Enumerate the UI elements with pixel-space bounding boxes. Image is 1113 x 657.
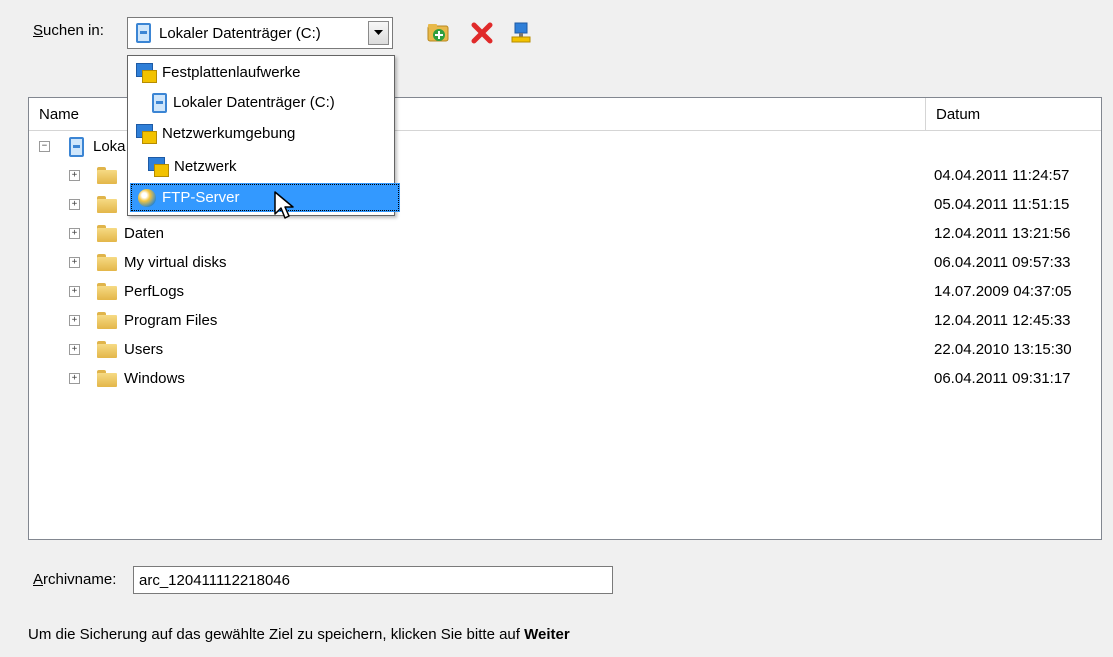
folder-icon xyxy=(97,312,117,329)
expand-toggle-icon[interactable]: + xyxy=(69,344,80,355)
network-places-icon xyxy=(136,124,157,144)
folder-name: PerfLogs xyxy=(124,283,185,300)
ftp-server-icon xyxy=(138,188,156,207)
expand-toggle-icon[interactable]: + xyxy=(69,199,80,210)
expand-toggle-icon[interactable]: + xyxy=(69,228,80,239)
dropdown-item-netzwerk[interactable]: Netzwerk xyxy=(130,152,410,181)
dropdown-item-label: Netzwerk xyxy=(174,158,237,175)
dropdown-item-ftp-server[interactable]: FTP-Server xyxy=(130,183,400,212)
collapse-toggle-icon[interactable]: − xyxy=(39,141,50,152)
delete-icon xyxy=(471,22,493,44)
local-drive-icon xyxy=(152,92,167,113)
chevron-down-icon xyxy=(374,30,383,35)
mouse-cursor-icon xyxy=(274,191,294,219)
expand-toggle-icon[interactable]: + xyxy=(69,286,80,297)
tree-root-label: Loka xyxy=(93,138,126,155)
folder-row[interactable]: + Users 22.04.2010 13:15:30 xyxy=(29,336,1101,365)
folder-row[interactable]: + My virtual disks 06.04.2011 09:57:33 xyxy=(29,249,1101,278)
new-folder-icon xyxy=(427,24,449,42)
folder-date: 12.04.2011 13:21:56 xyxy=(934,225,1071,242)
folder-name: Users xyxy=(124,341,164,358)
hard-drives-icon xyxy=(136,63,157,83)
folder-date: 06.04.2011 09:31:17 xyxy=(934,370,1071,387)
expand-toggle-icon[interactable]: + xyxy=(69,170,80,181)
folder-icon xyxy=(97,283,117,300)
search-in-label: Suchen in: xyxy=(33,22,104,39)
dropdown-item-netzwerkumgebung[interactable]: Netzwerkumgebung xyxy=(130,119,398,148)
instruction-text: Um die Sicherung auf das gewählte Ziel z… xyxy=(28,626,570,643)
folder-row[interactable]: + Daten 12.04.2011 13:21:56 xyxy=(29,220,1101,249)
archive-name-label: Archivname: xyxy=(33,571,117,588)
dropdown-item-festplattenlaufwerke[interactable]: Festplattenlaufwerke xyxy=(130,58,398,87)
folder-name: Windows xyxy=(124,370,185,387)
folder-icon xyxy=(97,254,117,271)
combobox-dropdown-button[interactable] xyxy=(368,21,389,45)
column-header-name[interactable]: Name xyxy=(39,106,79,123)
connect-network-button[interactable] xyxy=(508,20,534,46)
expand-toggle-icon[interactable]: + xyxy=(69,373,80,384)
network-connect-icon xyxy=(511,22,531,43)
folder-name: Daten xyxy=(124,225,165,242)
new-folder-button[interactable] xyxy=(425,20,451,46)
local-drive-icon xyxy=(136,23,151,43)
folder-date: 04.04.2011 11:24:57 xyxy=(934,167,1070,184)
column-header-date-cell[interactable]: Datum xyxy=(925,98,1104,130)
folder-date: 05.04.2011 11:51:15 xyxy=(934,196,1070,213)
network-icon xyxy=(148,157,169,177)
folder-date: 22.04.2010 13:15:30 xyxy=(934,341,1072,358)
column-header-date[interactable]: Datum xyxy=(936,106,980,123)
dropdown-item-label: Netzwerkumgebung xyxy=(162,125,296,142)
folder-row[interactable]: + Windows 06.04.2011 09:31:17 xyxy=(29,365,1101,394)
local-drive-icon xyxy=(69,137,84,157)
folder-name: Program Files xyxy=(124,312,218,329)
archive-name-input[interactable] xyxy=(133,566,613,594)
folder-icon xyxy=(97,225,117,242)
delete-button[interactable] xyxy=(469,20,495,46)
folder-name: My virtual disks xyxy=(124,254,227,271)
location-combobox-value: Lokaler Datenträger (C:) xyxy=(159,24,321,42)
folder-date: 06.04.2011 09:57:33 xyxy=(934,254,1071,271)
location-dropdown-list[interactable]: Festplattenlaufwerke Lokaler Datenträger… xyxy=(127,55,400,216)
dropdown-item-label: Lokaler Datenträger (C:) xyxy=(173,94,335,111)
folder-date: 14.07.2009 04:37:05 xyxy=(934,283,1072,300)
folder-row[interactable]: + Program Files 12.04.2011 12:45:33 xyxy=(29,307,1101,336)
expand-toggle-icon[interactable]: + xyxy=(69,257,80,268)
folder-icon xyxy=(97,370,117,387)
dropdown-item-local-drive[interactable]: Lokaler Datenträger (C:) xyxy=(130,88,414,117)
expand-toggle-icon[interactable]: + xyxy=(69,315,80,326)
folder-icon xyxy=(97,196,117,213)
location-combobox[interactable]: Lokaler Datenträger (C:) xyxy=(127,17,393,49)
dropdown-item-label: FTP-Server xyxy=(162,189,240,206)
dropdown-item-label: Festplattenlaufwerke xyxy=(162,64,301,81)
folder-row[interactable]: + PerfLogs 14.07.2009 04:37:05 xyxy=(29,278,1101,307)
folder-icon xyxy=(97,167,117,184)
folder-date: 12.04.2011 12:45:33 xyxy=(934,312,1071,329)
folder-icon xyxy=(97,341,117,358)
